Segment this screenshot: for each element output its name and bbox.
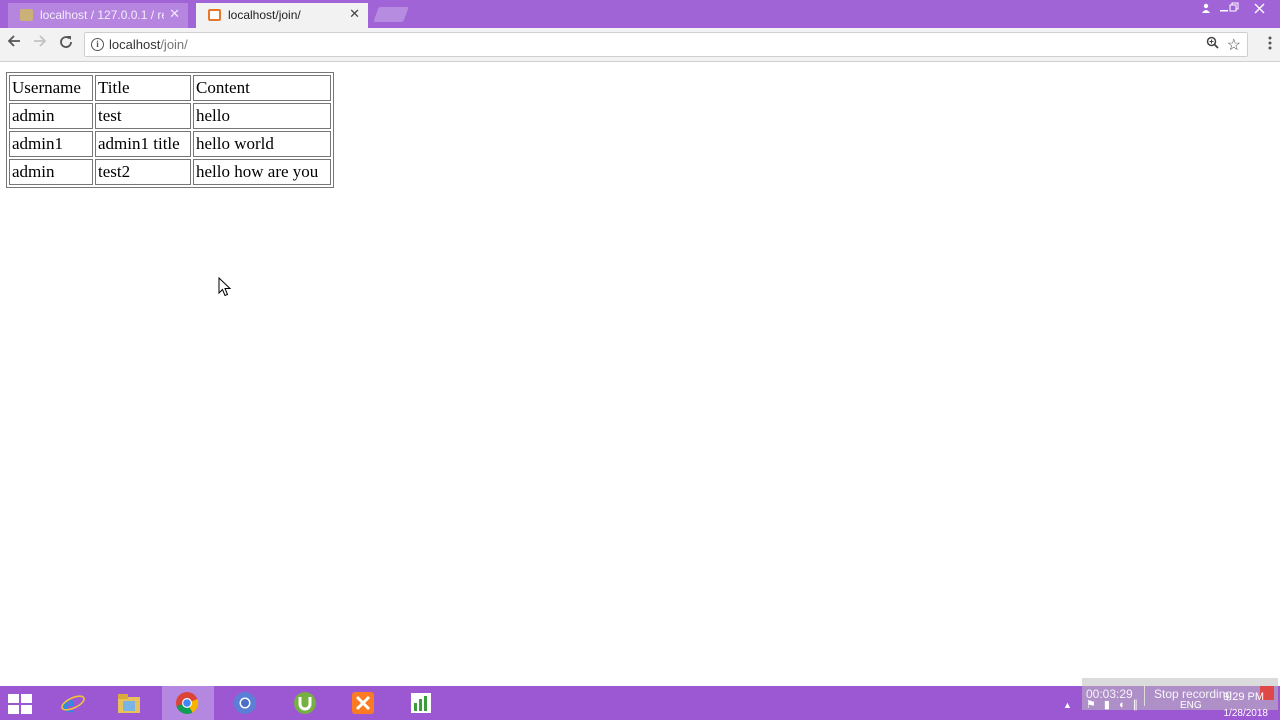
chrome-icon[interactable] bbox=[220, 686, 272, 720]
table-header-row: Username Title Content bbox=[9, 75, 331, 101]
tab-title: localhost/join/ bbox=[228, 8, 301, 22]
utorrent-icon[interactable] bbox=[280, 686, 332, 720]
xampp-icon bbox=[208, 9, 221, 21]
browser-tab-strip: localhost / 127.0.0.1 / rec ✕ localhost/… bbox=[0, 0, 1280, 28]
url-text[interactable]: localhost/join/ bbox=[109, 37, 188, 52]
file-explorer-icon[interactable] bbox=[104, 686, 156, 720]
start-icon[interactable] bbox=[8, 694, 34, 714]
tab-join[interactable]: localhost/join/ ✕ bbox=[196, 3, 368, 28]
browser-toolbar: i localhost/join/ ☆ bbox=[0, 28, 1280, 62]
address-bar[interactable]: i localhost/join/ ☆ bbox=[84, 32, 1248, 57]
tab-title: localhost / 127.0.0.1 / rec bbox=[40, 8, 164, 22]
close-icon[interactable]: ✕ bbox=[349, 7, 360, 21]
mouse-cursor-icon bbox=[218, 277, 232, 297]
column-header-username: Username bbox=[9, 75, 93, 101]
chrome-icon[interactable] bbox=[162, 686, 214, 720]
cell-title: test bbox=[95, 103, 191, 129]
clock-time[interactable]: 9:29 PM bbox=[1220, 691, 1264, 703]
show-hidden-icons-icon[interactable]: ▲ bbox=[1063, 700, 1072, 710]
table-row: admin test hello bbox=[9, 103, 331, 129]
tab-phpmyadmin[interactable]: localhost / 127.0.0.1 / rec ✕ bbox=[8, 3, 188, 28]
xampp-icon[interactable] bbox=[338, 686, 390, 720]
table-row: admin test2 hello how are you bbox=[9, 159, 331, 185]
phpmyadmin-icon bbox=[20, 9, 33, 21]
restore-icon[interactable] bbox=[1228, 0, 1240, 18]
cell-content: hello bbox=[193, 103, 331, 129]
join-results-table: Username Title Content admin test hello … bbox=[6, 72, 334, 188]
internet-explorer-icon[interactable]: e bbox=[48, 686, 100, 720]
cell-title: admin1 title bbox=[95, 131, 191, 157]
back-arrow-icon[interactable] bbox=[4, 34, 24, 54]
cell-username: admin1 bbox=[9, 131, 93, 157]
info-icon[interactable]: i bbox=[91, 38, 104, 51]
cell-username: admin bbox=[9, 159, 93, 185]
language-indicator[interactable]: ENG bbox=[1180, 700, 1202, 711]
page-content: Username Title Content admin test hello … bbox=[0, 62, 1280, 686]
cell-content: hello world bbox=[193, 131, 331, 157]
cell-username: admin bbox=[9, 103, 93, 129]
zoom-icon[interactable] bbox=[1206, 36, 1219, 52]
cell-title: test2 bbox=[95, 159, 191, 185]
cell-content: hello how are you bbox=[193, 159, 331, 185]
system-tray-icons[interactable]: ⚑▮◖∥ bbox=[1086, 698, 1146, 711]
recorder-icon[interactable] bbox=[396, 686, 448, 720]
reload-icon[interactable] bbox=[56, 34, 76, 54]
window-close-icon[interactable] bbox=[1244, 0, 1274, 18]
close-icon[interactable]: ✕ bbox=[169, 7, 180, 21]
bookmark-star-icon[interactable]: ☆ bbox=[1227, 35, 1241, 55]
clock-date[interactable]: 1/28/2018 bbox=[1218, 708, 1269, 719]
table-row: admin1 admin1 title hello world bbox=[9, 131, 331, 157]
forward-arrow-icon[interactable] bbox=[30, 34, 50, 54]
new-tab-button[interactable] bbox=[373, 7, 409, 22]
menu-icon[interactable] bbox=[1268, 36, 1272, 50]
column-header-content: Content bbox=[193, 75, 331, 101]
user-icon[interactable] bbox=[1198, 0, 1214, 18]
column-header-title: Title bbox=[95, 75, 191, 101]
